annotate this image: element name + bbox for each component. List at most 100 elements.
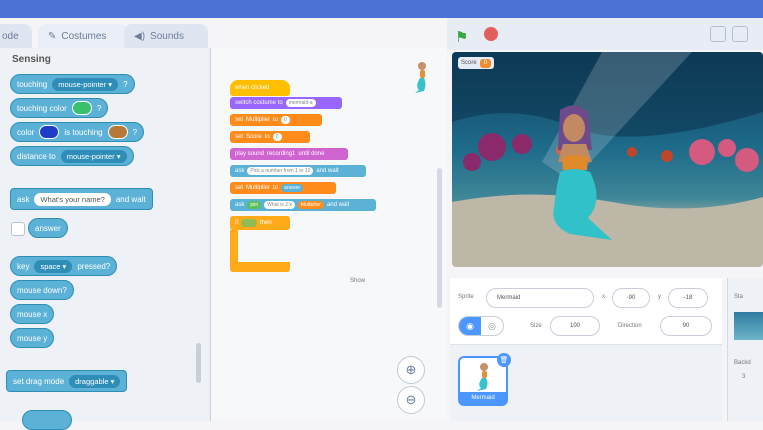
distance-to-block[interactable]: distance to mouse-pointer ▾ (10, 146, 134, 166)
sprite-name-input[interactable]: Mermaid (486, 288, 594, 308)
zoom-in-button[interactable]: ⊕ (397, 356, 425, 384)
sprite-thumbnail-mermaid[interactable]: Mermaid 🗑 (458, 353, 511, 406)
and-wait-label: and wait (316, 168, 339, 174)
touching-color-block[interactable]: touching color ? (10, 98, 109, 118)
zoom-out-icon: ⊖ (405, 392, 417, 407)
partial-block[interactable] (22, 410, 72, 430)
y-label: y (658, 294, 661, 300)
answer-block[interactable]: answer (28, 218, 68, 238)
color-touching-color-block[interactable]: color is touching ? (10, 122, 145, 142)
color-swatch-1[interactable] (39, 125, 60, 139)
eye-slash-icon[interactable]: ◎ (481, 321, 503, 332)
touching-block[interactable]: touching mouse-pointer ▾ ? (10, 74, 135, 94)
touching-dropdown[interactable]: mouse-pointer ▾ (52, 77, 119, 91)
variable-reporter[interactable]: Multiplier (297, 201, 324, 209)
key-dropdown[interactable]: space ▾ (34, 259, 73, 273)
key-pressed-block[interactable]: key space ▾ pressed? (10, 256, 118, 276)
distance-dropdown[interactable]: mouse-pointer ▾ (60, 149, 127, 163)
backdrops-label: Backd (734, 360, 751, 366)
mouse-y-block[interactable]: mouse y (10, 328, 55, 348)
tab-code[interactable]: ode (0, 24, 32, 48)
set-label: set (235, 185, 244, 191)
set-score-block[interactable]: set Score to 0 (230, 131, 310, 143)
join-input-1[interactable]: What is 2 x (264, 201, 295, 209)
answer-reporter[interactable]: answer (281, 184, 304, 192)
editor-tabs: ode ✎ Costumes ◀) Sounds (0, 20, 210, 48)
x-input[interactable]: -90 (612, 288, 650, 308)
ask-label: ask (235, 168, 245, 174)
stop-button[interactable] (484, 27, 498, 41)
mermaid-sprite[interactable] (530, 100, 620, 250)
palette-scrollbar[interactable] (196, 343, 201, 383)
eye-icon[interactable]: ◉ (459, 317, 481, 335)
set-label: set (235, 134, 244, 140)
trash-icon: 🗑 (499, 357, 509, 364)
if-then-block[interactable]: if then (230, 216, 290, 230)
costume-dropdown[interactable]: mermaid-a (285, 99, 316, 107)
answer-label: answer (35, 223, 61, 233)
green-flag-button[interactable]: ⚑ (455, 28, 468, 46)
drag-mode-block[interactable]: set drag mode draggable ▾ (6, 370, 128, 392)
direction-input[interactable]: 90 (660, 316, 712, 336)
touching-label: touching (17, 79, 48, 89)
condition-slot[interactable] (241, 219, 257, 227)
zoom-out-button[interactable]: ⊖ (397, 386, 425, 414)
variable-dropdown[interactable]: Score (246, 134, 262, 140)
size-input[interactable]: 100 (550, 316, 600, 336)
delete-sprite-button[interactable]: 🗑 (497, 353, 511, 367)
to-label: to (264, 134, 270, 140)
variable-dropdown[interactable]: Multiplier (246, 185, 270, 191)
tab-sounds[interactable]: ◀) Sounds (124, 24, 208, 48)
tab-sounds-label: Sounds (150, 30, 184, 42)
sound-dropdown[interactable]: recording1 (267, 151, 295, 157)
mouse-down-label: mouse down? (17, 285, 67, 295)
small-stage-button[interactable] (710, 26, 726, 42)
show-toggle[interactable]: ◉ ◎ (458, 316, 504, 336)
value-input[interactable]: 0 (281, 116, 290, 124)
stage-canvas[interactable]: Score 0 (452, 52, 763, 267)
touching-color-q: ? (96, 103, 102, 113)
value-input[interactable]: 0 (272, 133, 282, 141)
play-sound-block[interactable]: play sound recording1 until done (230, 148, 348, 160)
when-flag-clicked-block[interactable]: when clicked (230, 80, 290, 96)
is-touching-label: is touching (64, 127, 103, 137)
switch-costume-block[interactable]: switch costume to mermaid-a (230, 97, 342, 109)
full-screen-button[interactable] (732, 26, 748, 42)
mouse-down-block[interactable]: mouse down? (10, 280, 74, 300)
ask-label: ask (17, 194, 30, 204)
set-multiplier-block[interactable]: set Multiplier to 0 (230, 114, 322, 126)
ask-block[interactable]: ask What's your name? and wait (10, 188, 153, 210)
code-workspace[interactable]: when clicked switch costume to mermaid-a… (211, 48, 447, 421)
color-swatch[interactable] (71, 101, 92, 115)
tab-costumes-label: Costumes (61, 30, 107, 42)
color-label: color (17, 127, 35, 137)
variable-dropdown[interactable]: Multiplier (246, 117, 270, 123)
show-label: Show (350, 278, 366, 284)
to-label: to (273, 117, 279, 123)
hat-label: when clicked (235, 85, 270, 91)
ask-join-block[interactable]: ask join What is 2 x Multiplier and wait (230, 199, 376, 211)
drag-mode-dropdown[interactable]: draggable ▾ (69, 374, 121, 388)
color-swatch-2[interactable] (107, 125, 128, 139)
and-wait-label: and wait (326, 202, 350, 208)
ask-label: ask (235, 202, 245, 208)
workspace-scrollbar[interactable] (437, 168, 442, 308)
stage-title: Sta (734, 294, 744, 300)
stage-selector[interactable]: Sta Backd 3 (727, 278, 763, 421)
join-reporter[interactable]: join (247, 201, 262, 209)
ask-wait-label: and wait (115, 194, 146, 204)
score-monitor: Score 0 (458, 57, 495, 69)
current-sprite-thumbnail (411, 60, 433, 99)
question-input[interactable]: Pick a number from 1 to 10 (247, 167, 314, 175)
ask-wait-block[interactable]: ask Pick a number from 1 to 10 and wait (230, 165, 366, 177)
distance-dropdown-value: mouse-pointer (66, 151, 115, 161)
key-pressed-label: pressed? (77, 261, 111, 271)
mouse-x-block[interactable]: mouse x (10, 304, 55, 324)
x-label: x (602, 294, 605, 300)
tab-costumes[interactable]: ✎ Costumes (38, 24, 128, 48)
ask-input[interactable]: What's your name? (34, 192, 111, 206)
answer-checkbox[interactable] (11, 222, 25, 236)
set-multiplier-answer-block[interactable]: set Multiplier to answer (230, 182, 336, 194)
y-input[interactable]: -18 (668, 288, 708, 308)
backdrop-thumbnail[interactable] (734, 312, 763, 340)
